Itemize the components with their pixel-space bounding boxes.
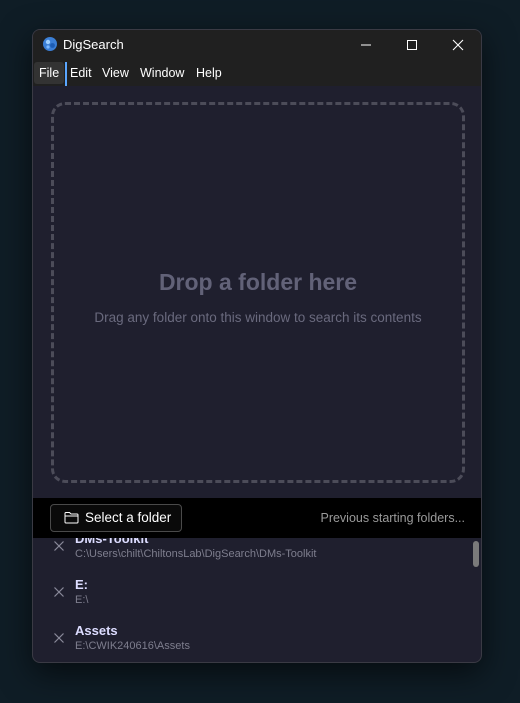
folder-drop-zone[interactable]: Drop a folder here Drag any folder onto … <box>51 102 465 483</box>
menu-view[interactable]: View <box>97 62 134 84</box>
minimize-button[interactable] <box>343 30 389 59</box>
remove-icon[interactable] <box>53 540 65 552</box>
folder-name: DMs-Toolkit <box>75 538 149 546</box>
folder-name: Assets <box>75 623 118 638</box>
app-window: DigSearch File Edit View Window Help Dro… <box>32 29 482 663</box>
list-item[interactable]: Assets E:\CWIK240616\Assets <box>33 618 473 662</box>
maximize-button[interactable] <box>389 30 435 59</box>
folder-path: E:\CWIK240616\Assets <box>75 640 190 652</box>
list-item[interactable]: DMs-Toolkit C:\Users\chilt\ChiltonsLab\D… <box>33 538 473 572</box>
folder-path: C:\Users\chilt\ChiltonsLab\DigSearch\DMs… <box>75 548 317 560</box>
list-item[interactable]: E: E:\ <box>33 572 473 618</box>
remove-icon[interactable] <box>53 632 65 644</box>
menu-edit[interactable]: Edit <box>65 62 97 84</box>
folder-name: E: <box>75 577 88 592</box>
close-icon <box>452 39 464 50</box>
maximize-icon <box>407 39 417 50</box>
minimize-icon <box>361 44 371 45</box>
menu-help[interactable]: Help <box>191 62 227 84</box>
folder-path: E:\ <box>75 594 89 606</box>
close-button[interactable] <box>435 30 481 59</box>
menu-window[interactable]: Window <box>135 62 189 84</box>
window-title: DigSearch <box>63 37 124 52</box>
action-bar: Select a folder Previous starting folder… <box>33 498 481 538</box>
menu-file[interactable]: File <box>34 62 65 84</box>
app-logo-icon <box>43 37 57 51</box>
drop-zone-subtitle: Drag any folder onto this window to sear… <box>94 310 422 325</box>
drop-zone-title: Drop a folder here <box>158 269 358 295</box>
select-folder-label: Select a folder <box>85 510 172 525</box>
previous-folders-label: Previous starting folders... <box>320 511 465 525</box>
folder-icon <box>64 512 79 524</box>
select-folder-button[interactable]: Select a folder <box>50 504 182 532</box>
remove-icon[interactable] <box>53 586 65 598</box>
title-bar[interactable]: DigSearch <box>33 30 481 59</box>
menu-bar: File Edit View Window Help <box>33 59 481 86</box>
list-scrollbar[interactable] <box>473 541 479 567</box>
recent-folders-list[interactable]: DMs-Toolkit C:\Users\chilt\ChiltonsLab\D… <box>33 538 481 662</box>
